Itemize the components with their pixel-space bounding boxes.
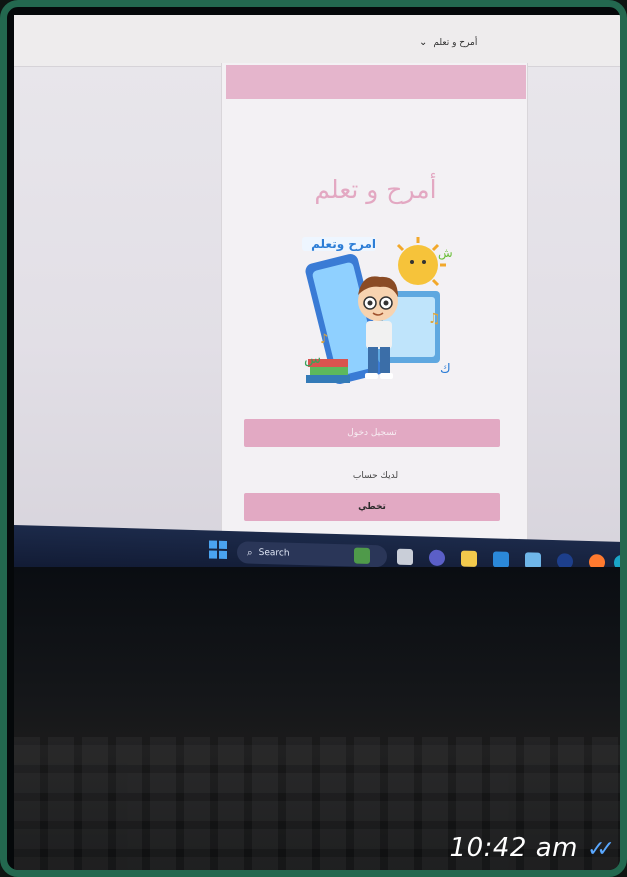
- letter-seen: س: [304, 351, 321, 367]
- search-icon: ⌕: [247, 547, 253, 559]
- photo-frame: أمرح و تعلم ⌄ أمرح و تعلم ♫ ♪ امرح وتعلم…: [0, 0, 627, 877]
- file-explorer-icon[interactable]: [461, 550, 477, 567]
- sun-icon: [398, 245, 438, 285]
- app-menu-label: أمرح و تعلم: [433, 37, 478, 48]
- search-placeholder: Search: [258, 547, 290, 559]
- app-menu[interactable]: أمرح و تعلم ⌄: [419, 37, 477, 48]
- svg-text:♪: ♪: [320, 332, 328, 347]
- browser-topbar: أمرح و تعلم ⌄: [14, 15, 620, 67]
- illustration-title: امرح وتعلم: [311, 237, 376, 252]
- letter-shin: ش: [438, 246, 452, 261]
- login-page-card: أمرح و تعلم ♫ ♪ امرح وتعلم ش س ك تسجيل د…: [221, 63, 528, 543]
- mail-icon[interactable]: [493, 551, 509, 568]
- windows-start-icon[interactable]: [209, 540, 227, 559]
- task-view-icon[interactable]: [397, 548, 413, 566]
- letter-kaf: ك: [440, 362, 451, 377]
- register-button[interactable]: تسجيل دخول: [244, 419, 500, 447]
- app-illustration: ♫ ♪ امرح وتعلم ش س ك: [300, 231, 452, 393]
- skip-button[interactable]: تخطي: [244, 493, 500, 521]
- widgets-icon[interactable]: [354, 547, 370, 564]
- double-check-icon: ✓✓: [587, 837, 615, 862]
- page-header-bar: [226, 65, 526, 99]
- account-prompt: لديك حساب: [352, 471, 399, 481]
- page-title: أمرح و تعلم: [314, 175, 437, 204]
- chevron-down-icon: ⌄: [419, 37, 428, 48]
- message-timestamp: 10:42 am: [449, 833, 578, 863]
- svg-text:♫: ♫: [428, 311, 441, 327]
- monitor-screen: أمرح و تعلم ⌄ أمرح و تعلم ♫ ♪ امرح وتعلم…: [14, 15, 620, 560]
- teams-chat-icon[interactable]: [429, 549, 445, 567]
